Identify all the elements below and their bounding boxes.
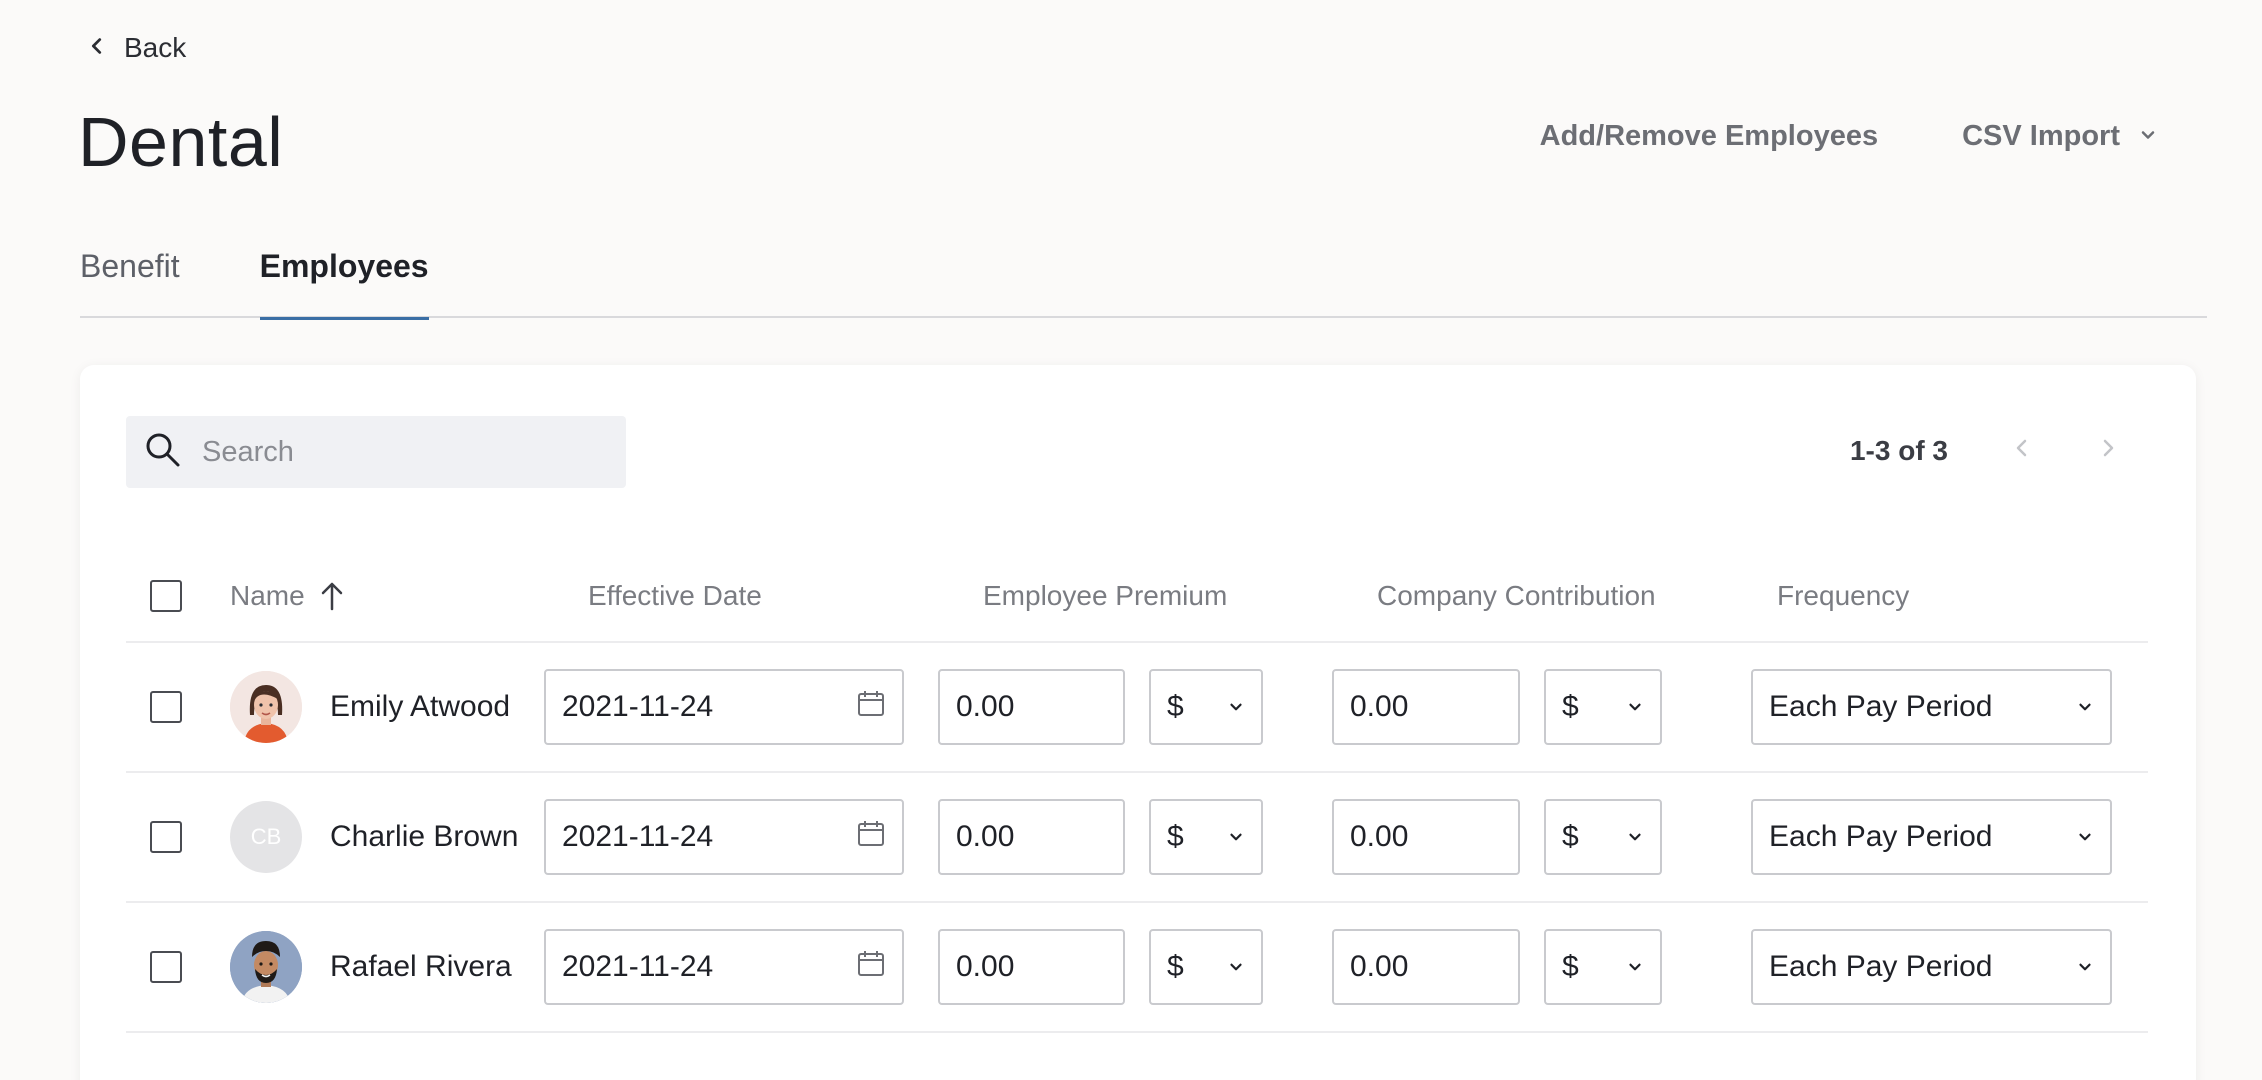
premium-unit-select[interactable]: $ [1149,799,1263,875]
chevron-down-icon [1626,950,1644,984]
employee-premium-input[interactable]: 0.00 [938,929,1125,1005]
contribution-unit-value: $ [1562,690,1579,723]
column-header-name-label: Name [230,579,305,611]
table-row: Rafael Rivera 2021-11-24 0.00 $ 0.00 $ E… [126,903,2148,1033]
contribution-unit-value: $ [1562,820,1579,853]
row-checkbox[interactable] [150,691,182,723]
tab-employees[interactable]: Employees [259,240,429,320]
row-checkbox[interactable] [150,821,182,853]
premium-unit-select[interactable]: $ [1149,669,1263,745]
frequency-value: Each Pay Period [1769,820,1993,853]
frequency-select[interactable]: Each Pay Period [1751,799,2112,875]
employee-premium-input[interactable]: 0.00 [938,799,1125,875]
premium-unit-value: $ [1167,950,1184,983]
premium-unit-value: $ [1167,820,1184,853]
column-header-frequency: Frequency [1777,579,1910,611]
company-contribution-value: 0.00 [1350,950,1409,983]
csv-import-dropdown[interactable]: CSV Import [1962,120,2158,153]
avatar-initials: CB [250,824,282,849]
company-contribution-input[interactable]: 0.00 [1332,669,1520,745]
chevron-left-icon[interactable] [2010,435,2034,467]
back-label: Back [124,32,187,63]
employee-premium-value: 0.00 [956,690,1015,723]
employees-table: Name Effective Date Employee Premium Com… [126,550,2148,1033]
effective-date-input[interactable]: 2021-11-24 [544,799,904,875]
avatar [230,931,302,1003]
effective-date-value: 2021-11-24 [562,950,714,983]
frequency-value: Each Pay Period [1769,950,1993,983]
page-title: Dental [78,103,284,181]
calendar-icon[interactable] [856,688,886,726]
company-contribution-value: 0.00 [1350,690,1409,723]
contribution-unit-select[interactable]: $ [1544,669,1662,745]
chevron-down-icon [2076,820,2094,854]
add-remove-employees-button[interactable]: Add/Remove Employees [1540,120,1878,153]
select-all-checkbox[interactable] [150,579,182,612]
effective-date-value: 2021-11-24 [562,820,714,853]
employee-name: Emily Atwood [330,690,511,723]
chevron-right-icon[interactable] [2096,435,2120,467]
effective-date-input[interactable]: 2021-11-24 [544,669,904,745]
company-contribution-value: 0.00 [1350,820,1409,853]
employee-premium-input[interactable]: 0.00 [938,669,1125,745]
premium-unit-select[interactable]: $ [1149,929,1263,1005]
frequency-select[interactable]: Each Pay Period [1751,929,2112,1005]
column-header-company-contribution: Company Contribution [1377,579,1656,611]
chevron-down-icon [1626,690,1644,724]
table-row: Emily Atwood 2021-11-24 0.00 $ 0.00 $ Ea… [126,643,2148,773]
pagination-range: 1-3 of 3 [1849,435,1948,466]
chevron-down-icon [2076,950,2094,984]
avatar [230,671,302,743]
arrow-up-icon [319,581,345,611]
row-checkbox[interactable] [150,951,182,983]
employee-name: Rafael Rivera [330,950,512,983]
search-icon [144,431,182,474]
search-box [126,416,626,488]
calendar-icon[interactable] [856,818,886,856]
frequency-select[interactable]: Each Pay Period [1751,669,2112,745]
chevron-down-icon [1227,950,1245,984]
add-remove-employees-label: Add/Remove Employees [1539,120,1879,152]
tab-benefit[interactable]: Benefit [80,240,180,318]
company-contribution-input[interactable]: 0.00 [1332,929,1520,1005]
table-header-row: Name Effective Date Employee Premium Com… [126,550,2148,643]
column-header-effective-date: Effective Date [588,579,762,611]
chevron-down-icon [2076,690,2094,724]
employee-name: Charlie Brown [330,820,519,853]
search-input[interactable] [202,435,582,469]
chevron-down-icon [1227,820,1245,854]
employee-premium-value: 0.00 [956,950,1015,983]
back-link[interactable]: Back [86,32,186,64]
table-row: CB Charlie Brown 2021-11-24 0.00 $ 0.00 … [126,773,2148,903]
calendar-icon[interactable] [856,948,886,986]
chevron-left-icon [86,32,108,64]
effective-date-value: 2021-11-24 [562,690,714,723]
column-header-employee-premium: Employee Premium [983,579,1228,611]
effective-date-input[interactable]: 2021-11-24 [544,929,904,1005]
chevron-down-icon [1227,690,1245,724]
employees-card: 1-3 of 3 Name Effective Date Employee Pr… [80,365,2196,1080]
tab-bar: Benefit Employees [80,240,2207,320]
contribution-unit-value: $ [1562,950,1579,983]
premium-unit-value: $ [1167,690,1184,723]
header-actions: Add/Remove Employees CSV Import [1540,120,2158,153]
csv-import-label: CSV Import [1962,120,2120,152]
chevron-down-icon [2138,120,2158,153]
contribution-unit-select[interactable]: $ [1544,799,1662,875]
contribution-unit-select[interactable]: $ [1544,929,1662,1005]
frequency-value: Each Pay Period [1769,690,1993,723]
avatar: CB [230,801,302,873]
employee-premium-value: 0.00 [956,820,1015,853]
company-contribution-input[interactable]: 0.00 [1332,799,1520,875]
chevron-down-icon [1626,820,1644,854]
column-header-name[interactable]: Name [230,550,345,641]
pagination: 1-3 of 3 [1850,435,2120,467]
